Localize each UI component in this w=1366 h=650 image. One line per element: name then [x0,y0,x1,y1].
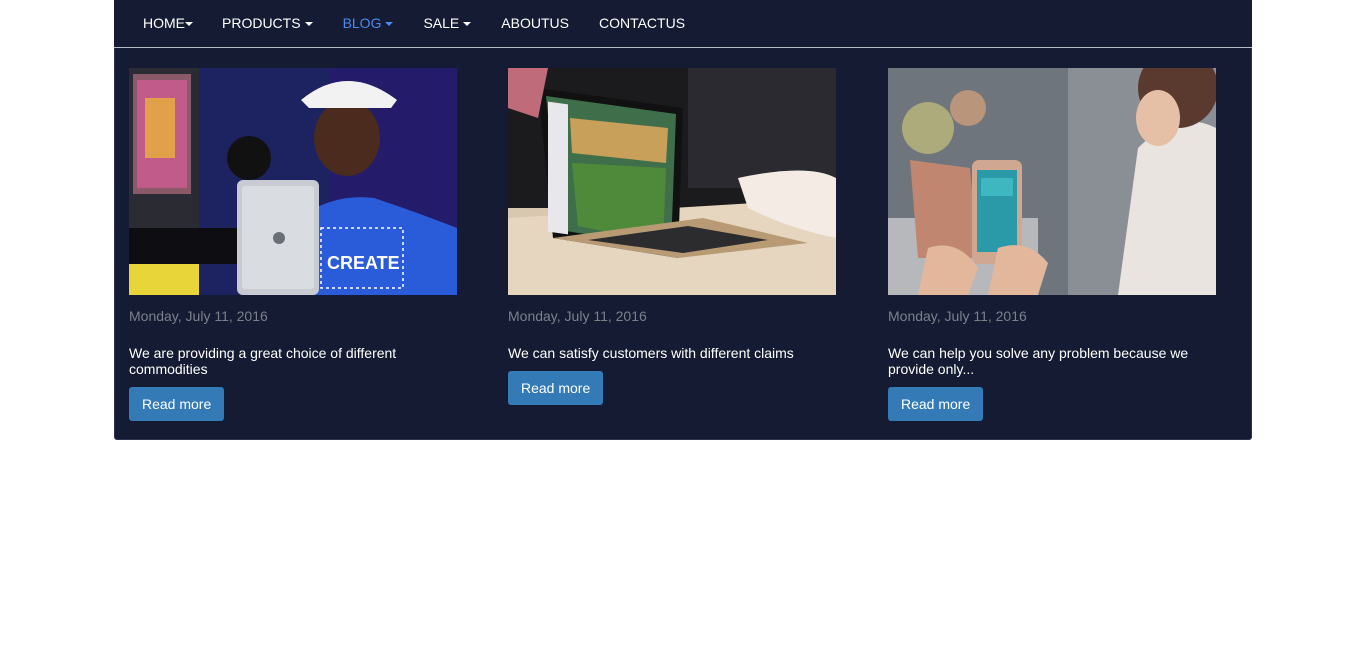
caret-down-icon [304,21,313,26]
blog-post-card: CREATE Monday, July 11, 2016 We are prov… [129,68,459,421]
nav-item-blog[interactable]: BLOG [328,0,409,47]
nav-item-products[interactable]: PRODUCTS [207,0,328,47]
post-thumbnail-man-with-tablet[interactable]: CREATE [129,68,457,295]
post-date: Monday, July 11, 2016 [888,308,1027,324]
post-title[interactable]: We are providing a great choice of diffe… [129,345,449,377]
post-thumbnail-laptop[interactable] [508,68,836,295]
caret-down-icon [463,21,472,26]
blog-dropdown-panel: CREATE Monday, July 11, 2016 We are prov… [114,48,1252,440]
nav-item-label: SALE [423,15,460,31]
nav-item-aboutus[interactable]: ABOUTUS [486,0,584,47]
nav-item-contactus[interactable]: CONTACTUS [584,0,700,47]
blog-post-card: Monday, July 11, 2016 We can satisfy cus… [508,68,838,405]
read-more-button[interactable]: Read more [508,371,604,405]
nav-item-home[interactable]: HOME [128,0,207,47]
nav-item-label: BLOG [342,15,382,31]
read-more-button[interactable]: Read more [888,387,984,421]
post-thumbnail-woman-with-phone[interactable] [888,68,1216,295]
nav-item-label: HOME [143,15,185,31]
nav-item-sale[interactable]: SALE [408,0,486,47]
caret-down-icon [185,21,193,26]
top-navbar: HOME PRODUCTS BLOG SALE ABOUTUS CONTACTU… [114,0,1252,48]
caret-down-icon [385,21,394,26]
blog-post-card: Monday, July 11, 2016 We can help you so… [888,68,1218,421]
post-date: Monday, July 11, 2016 [129,308,268,324]
post-date: Monday, July 11, 2016 [508,308,647,324]
nav-item-label: PRODUCTS [222,15,301,31]
svg-text:CREATE: CREATE [327,253,400,273]
post-title[interactable]: We can satisfy customers with different … [508,345,828,361]
post-title[interactable]: We can help you solve any problem becaus… [888,345,1208,377]
read-more-button[interactable]: Read more [129,387,225,421]
nav-menu: HOME PRODUCTS BLOG SALE ABOUTUS CONTACTU… [128,0,700,47]
nav-item-label: CONTACTUS [598,15,686,31]
nav-item-label: ABOUTUS [501,15,569,31]
